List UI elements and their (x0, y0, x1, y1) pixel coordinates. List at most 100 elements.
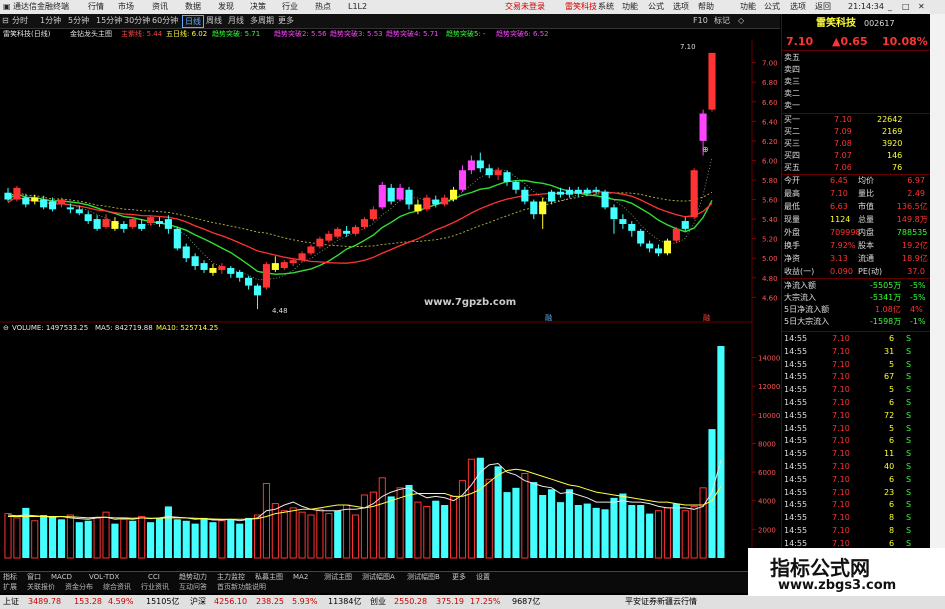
candle[interactable] (307, 244, 315, 256)
tick-list[interactable]: 14:55 7.10 6 S 14:55 7.10 31 S 14:55 7.10 5 S 14:55 7… (782, 331, 930, 548)
candle[interactable] (343, 225, 351, 237)
candle[interactable] (450, 186, 458, 202)
candle[interactable] (423, 194, 431, 212)
menu-data[interactable]: 数据 (185, 0, 201, 14)
period-15min[interactable]: 15分钟 (96, 14, 122, 28)
candle[interactable] (521, 186, 529, 205)
candle[interactable] (316, 236, 324, 249)
period-1min[interactable]: 1分钟 (40, 14, 61, 28)
candle[interactable] (396, 183, 404, 202)
candle[interactable] (84, 211, 92, 224)
menu-system[interactable]: 系统 (598, 0, 614, 14)
candle[interactable] (387, 183, 395, 205)
menu-function[interactable]: 功能 (622, 0, 638, 14)
candle[interactable] (681, 217, 689, 231)
stock-name-link[interactable]: 雷笑科技 (565, 0, 597, 14)
candle[interactable] (280, 260, 288, 270)
candle[interactable] (690, 168, 698, 220)
candle[interactable] (262, 262, 270, 290)
candle[interactable] (351, 224, 360, 236)
extension-tab[interactable]: 关联报价 (27, 582, 55, 593)
candle[interactable] (628, 221, 636, 237)
sh-index-label[interactable]: 上证 (3, 595, 19, 609)
period-5min[interactable]: 5分钟 (68, 14, 89, 28)
candle[interactable] (111, 217, 119, 231)
minimize-icon[interactable]: _ (888, 0, 892, 14)
candle[interactable] (271, 256, 279, 272)
link-formula[interactable]: 公式 (764, 0, 780, 14)
close-icon[interactable]: ✕ (918, 0, 925, 14)
candlestick-chart[interactable]: 7.00 6.80 6.60 6.40 6.20 6.00 5.80 5.60 5.40 5.20… (0, 40, 780, 330)
candle[interactable] (708, 52, 716, 112)
link-back[interactable]: 返回 (815, 0, 831, 14)
candle[interactable] (378, 181, 386, 210)
candle[interactable] (548, 189, 556, 205)
candle[interactable] (565, 186, 573, 198)
candle[interactable] (120, 221, 128, 233)
candle[interactable] (494, 167, 502, 180)
candle[interactable] (663, 238, 672, 256)
menu-formula[interactable]: 公式 (648, 0, 664, 14)
trade-login-link[interactable]: 交易未登录 (505, 0, 545, 14)
side-scrollbar[interactable] (930, 14, 945, 594)
candle[interactable] (441, 194, 449, 207)
candle[interactable] (253, 283, 262, 310)
menu-quote[interactable]: 行情 (88, 0, 104, 14)
volume-chart[interactable]: 14000 12000 10000 8000 6000 4000 2000 (0, 322, 780, 570)
candle[interactable] (485, 164, 493, 179)
menu-market[interactable]: 市场 (118, 0, 134, 14)
candle[interactable] (458, 165, 467, 192)
candle[interactable] (227, 266, 235, 278)
candle[interactable] (530, 199, 538, 220)
candle[interactable] (13, 185, 21, 202)
period-30min[interactable]: 30分钟 (124, 14, 150, 28)
candle[interactable] (182, 243, 190, 263)
candle[interactable] (102, 214, 110, 229)
candle[interactable] (646, 240, 654, 253)
candle[interactable] (512, 180, 520, 194)
collapse-icon[interactable]: ⊟ (2, 14, 9, 28)
period-more[interactable]: 更多 (278, 14, 294, 28)
extension-tab[interactable]: 资金分布 (65, 582, 93, 593)
period-60min[interactable]: 60分钟 (152, 14, 178, 28)
candle[interactable] (4, 187, 12, 202)
candle[interactable] (637, 228, 645, 247)
candle[interactable] (31, 194, 39, 205)
candle[interactable] (93, 215, 101, 231)
menu-options[interactable]: 选项 (673, 0, 689, 14)
menu-hot[interactable]: 热点 (315, 0, 331, 14)
candle[interactable] (405, 186, 413, 210)
extension-tab[interactable]: 行业资讯 (141, 582, 169, 593)
candle[interactable] (476, 152, 484, 173)
candle[interactable] (334, 226, 342, 239)
menu-discover[interactable]: 发现 (218, 0, 234, 14)
menu-news[interactable]: 资讯 (152, 0, 168, 14)
candle[interactable] (245, 275, 253, 290)
candle[interactable] (610, 204, 618, 234)
extension-tab[interactable]: 综合资讯 (103, 582, 131, 593)
candle[interactable] (218, 263, 226, 274)
period-tick[interactable]: 分时 (12, 14, 28, 28)
candle[interactable] (48, 197, 57, 212)
f10-button[interactable]: F10 (693, 14, 708, 28)
candle[interactable] (654, 244, 663, 257)
candle[interactable] (325, 230, 333, 243)
link-function[interactable]: 功能 (740, 0, 756, 14)
period-month[interactable]: 月线 (228, 14, 244, 28)
candle[interactable] (539, 197, 547, 229)
extension-tab[interactable]: 互动问答 (179, 582, 207, 593)
cy-index-label[interactable]: 创业 (370, 595, 386, 609)
extension-tab[interactable]: 首页新功能说明 (217, 582, 266, 593)
mark-button[interactable]: 标记 (714, 14, 730, 28)
menu-l1l2[interactable]: L1L2 (348, 0, 367, 14)
menu-industry[interactable]: 行业 (282, 0, 298, 14)
candle[interactable] (672, 226, 680, 243)
candle[interactable] (173, 226, 181, 251)
period-week[interactable]: 周线 (206, 14, 222, 28)
candle[interactable] (236, 269, 244, 282)
candle[interactable] (369, 206, 377, 222)
candle[interactable] (619, 214, 627, 229)
candle[interactable] (503, 170, 511, 186)
candle[interactable] (209, 264, 217, 276)
candle[interactable] (467, 155, 475, 175)
